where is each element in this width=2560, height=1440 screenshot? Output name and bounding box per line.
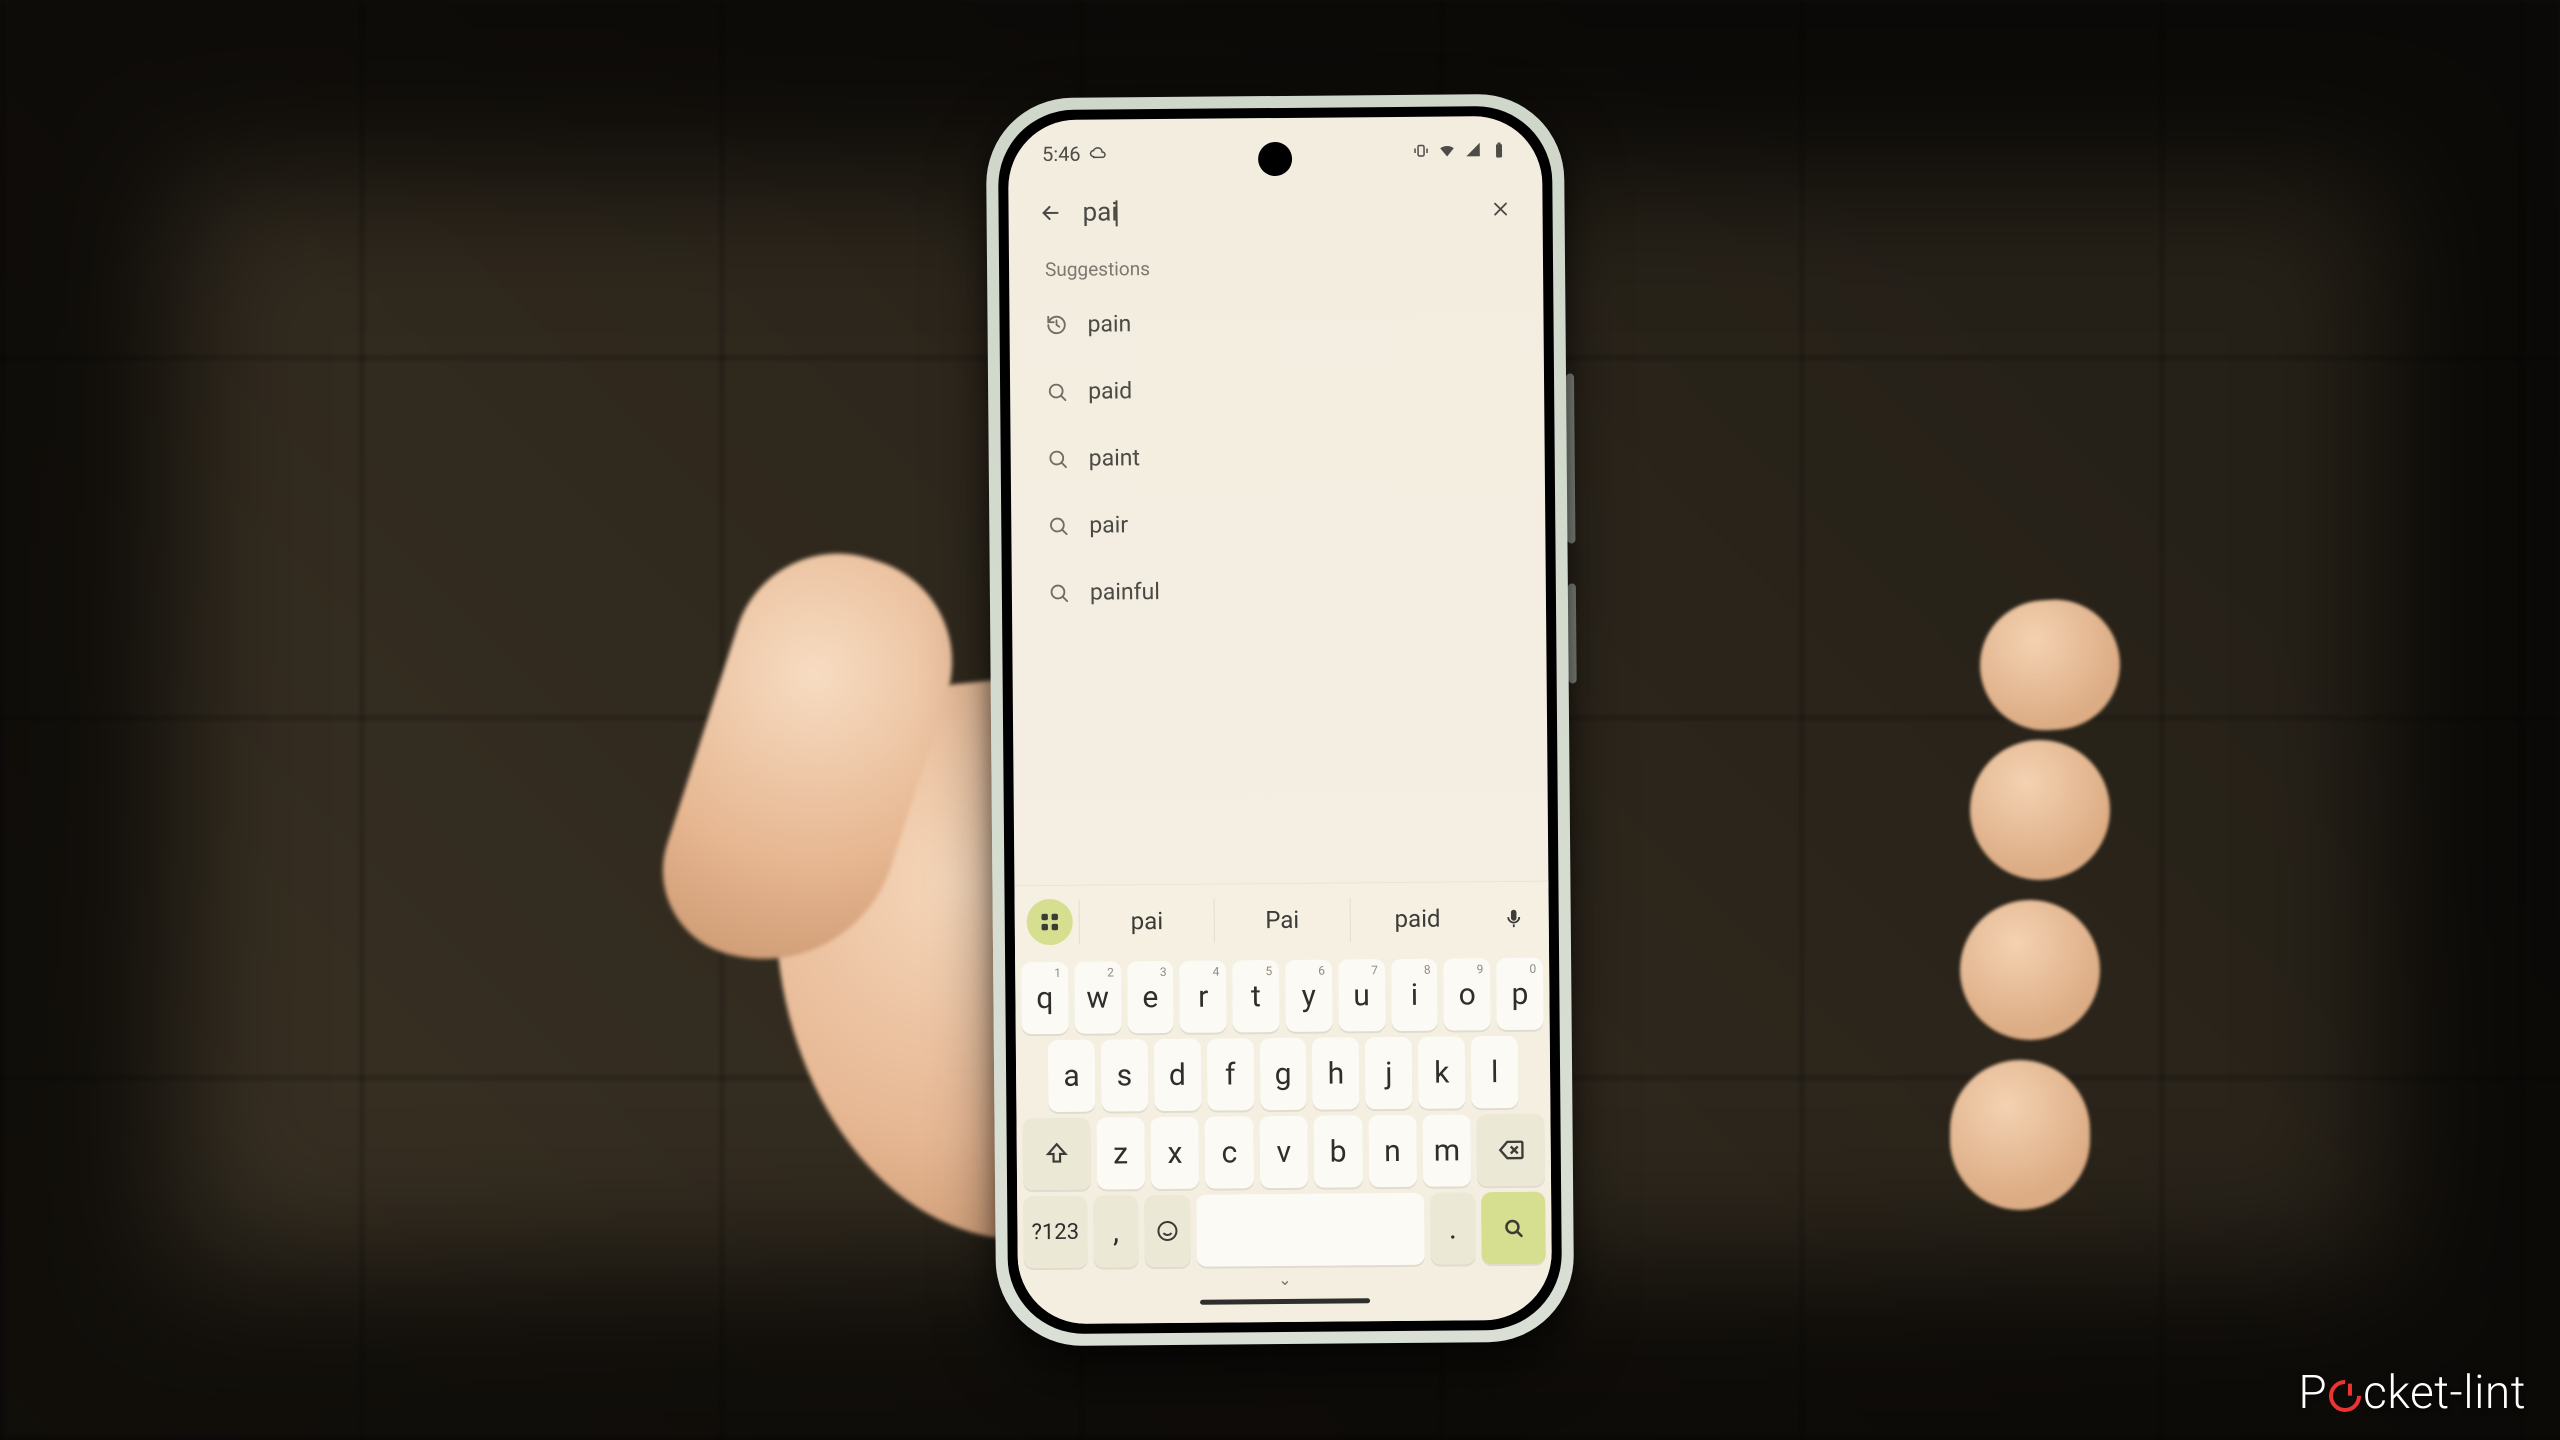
screen: 5:46 (1008, 116, 1552, 1325)
back-button[interactable] (1036, 199, 1064, 227)
suggestion-text: pair (1089, 511, 1128, 538)
key-h[interactable]: h (1312, 1037, 1360, 1109)
key-s[interactable]: s (1101, 1039, 1149, 1111)
key-o[interactable]: o9 (1443, 958, 1490, 1030)
suggestion-item[interactable]: pain (1009, 287, 1544, 359)
keyboard-row-2: a s d f g h j k l (1022, 1036, 1545, 1113)
suggestions-header: Suggestions (1009, 248, 1543, 292)
microphone-icon (1503, 907, 1525, 929)
history-icon (1045, 313, 1067, 335)
key-q[interactable]: q1 (1021, 962, 1068, 1034)
backspace-icon (1497, 1136, 1525, 1164)
key-f[interactable]: f (1206, 1038, 1254, 1110)
keyboard-rows: q1 w2 e3 r4 t5 y6 u7 i8 o9 p0 (1021, 946, 1546, 1269)
search-bar: pai (1008, 168, 1543, 253)
phone: 5:46 (986, 94, 1575, 1347)
text-cursor (1116, 201, 1118, 227)
close-icon (1489, 198, 1511, 220)
keyboard-row-1: q1 w2 e3 r4 t5 y6 u7 i8 o9 p0 (1021, 958, 1544, 1035)
key-c[interactable]: c (1205, 1116, 1254, 1188)
scene-photograph: 5:46 (0, 0, 2560, 1440)
vibrate-icon (1412, 142, 1430, 160)
clear-search-button[interactable] (1486, 195, 1514, 223)
suggestion-item[interactable]: painful (1012, 555, 1547, 627)
key-t[interactable]: t5 (1232, 960, 1279, 1032)
watermark-text-right: cket-lint (2363, 1366, 2526, 1420)
search-icon (1048, 581, 1070, 603)
key-p[interactable]: p0 (1496, 958, 1543, 1030)
suggestion-text: paint (1089, 444, 1140, 471)
camera-hole (1258, 142, 1292, 176)
key-m[interactable]: m (1422, 1114, 1471, 1186)
space-key[interactable] (1196, 1193, 1424, 1267)
backspace-key[interactable] (1477, 1114, 1545, 1187)
search-icon (1501, 1216, 1525, 1240)
keyboard-suggestion[interactable]: paid (1349, 896, 1485, 941)
key-b[interactable]: b (1314, 1115, 1363, 1187)
keyboard-suggestion[interactable]: Pai (1214, 897, 1350, 942)
shift-key[interactable] (1022, 1118, 1090, 1191)
search-icon (1047, 447, 1069, 469)
key-y[interactable]: y6 (1285, 960, 1332, 1032)
key-k[interactable]: k (1418, 1036, 1466, 1108)
signal-icon (1464, 141, 1482, 159)
watermark-text-left: P (2298, 1366, 2327, 1420)
arrow-left-icon (1038, 201, 1062, 225)
key-z[interactable]: z (1096, 1117, 1145, 1189)
watermark: P cket-lint (2298, 1366, 2526, 1420)
emoji-icon (1155, 1219, 1179, 1243)
suggestion-text: painful (1090, 578, 1160, 606)
key-a[interactable]: a (1048, 1040, 1096, 1112)
keyboard-suggestion-bar: pai Pai paid (1021, 890, 1543, 951)
weather-icon (1089, 144, 1107, 162)
suggestion-text: pain (1087, 310, 1131, 337)
power-icon (2323, 1373, 2368, 1418)
content-spacer (1012, 622, 1548, 886)
key-w[interactable]: w2 (1074, 961, 1121, 1033)
key-n[interactable]: n (1368, 1115, 1417, 1187)
key-u[interactable]: u7 (1338, 959, 1385, 1031)
voice-input-button[interactable] (1491, 895, 1537, 941)
key-l[interactable]: l (1471, 1036, 1519, 1108)
search-query-text: pai (1082, 197, 1117, 227)
keyboard-row-3: z x c v b n m (1022, 1114, 1545, 1191)
battery-icon (1490, 141, 1508, 159)
symbols-key[interactable]: ?123 (1023, 1196, 1087, 1269)
keyboard-menu-button[interactable] (1027, 899, 1073, 945)
power-button[interactable] (1568, 583, 1577, 683)
volume-button[interactable] (1566, 373, 1575, 543)
key-j[interactable]: j (1365, 1037, 1413, 1109)
keyboard-collapse-chevron[interactable]: ⌄ (1024, 1268, 1546, 1292)
status-time: 5:46 (1042, 142, 1081, 166)
key-x[interactable]: x (1151, 1117, 1200, 1189)
suggestion-text: paid (1088, 377, 1132, 404)
nav-home-indicator[interactable] (1200, 1298, 1370, 1304)
comma-key[interactable]: , (1093, 1195, 1139, 1267)
suggestion-item[interactable]: paid (1010, 354, 1545, 426)
search-icon (1047, 514, 1069, 536)
suggestion-item[interactable]: pair (1011, 488, 1546, 560)
period-key[interactable]: . (1430, 1192, 1476, 1264)
search-icon (1046, 380, 1068, 402)
keyboard: pai Pai paid q1 w2 (1014, 881, 1552, 1325)
grid-icon (1039, 911, 1061, 933)
key-i[interactable]: i8 (1391, 959, 1438, 1031)
key-g[interactable]: g (1259, 1038, 1307, 1110)
shift-icon (1043, 1141, 1069, 1167)
emoji-key[interactable] (1144, 1195, 1190, 1267)
key-e[interactable]: e3 (1127, 961, 1174, 1033)
key-v[interactable]: v (1259, 1116, 1308, 1188)
keyboard-suggestion[interactable]: pai (1079, 899, 1215, 944)
key-d[interactable]: d (1154, 1039, 1202, 1111)
search-input[interactable]: pai (1082, 194, 1468, 227)
key-r[interactable]: r4 (1180, 960, 1227, 1032)
suggestion-item[interactable]: paint (1010, 421, 1545, 493)
keyboard-row-4: ?123 , . (1023, 1192, 1546, 1269)
search-action-key[interactable] (1481, 1192, 1545, 1265)
wifi-icon (1438, 141, 1456, 159)
